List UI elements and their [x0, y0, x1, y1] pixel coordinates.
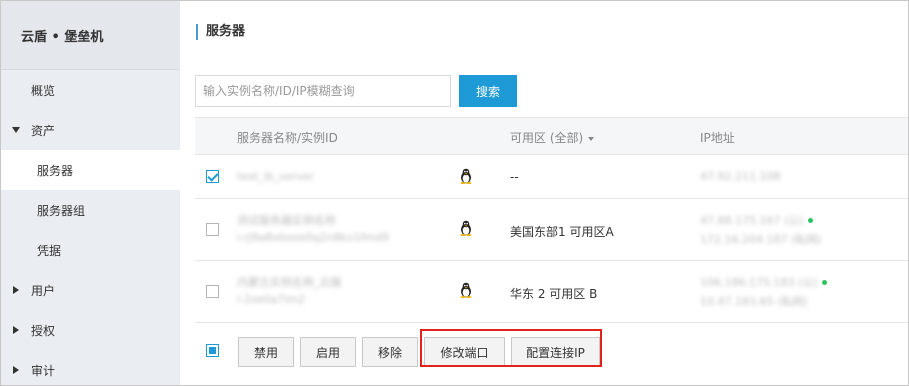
sidebar-item-authorization[interactable]: 授权 [1, 310, 180, 350]
column-header-ip: IP地址 [700, 131, 735, 145]
table-row: test_ib_server -- 47.92.211.108 [195, 155, 908, 199]
disable-button[interactable]: 禁用 [238, 337, 294, 367]
search-button[interactable]: 搜索 [459, 75, 517, 107]
ip-public: 47.88.175.167 (公) [700, 214, 804, 227]
column-header-zone[interactable]: 可用区 (全部) [510, 129, 595, 146]
linux-penguin-icon [460, 282, 472, 298]
sidebar-item-servers[interactable]: 服务器 [1, 150, 180, 190]
caret-right-icon [13, 366, 19, 374]
sidebar-item-credentials[interactable]: 凭据 [1, 230, 180, 270]
sidebar-item-label: 资产 [31, 123, 56, 138]
ip-public: 106.186.175.183 (公) [700, 276, 818, 289]
row-checkbox[interactable] [206, 285, 219, 298]
table-header: 服务器名称/实例ID 可用区 (全部) IP地址 [195, 118, 908, 155]
instance-id: i-rj9a8xboox0q2n8kv1fmd9 [237, 231, 389, 244]
sidebar-item-label: 审计 [31, 363, 56, 378]
main-panel: 服务器 搜索 服务器名称/实例ID 可用区 (全部) IP地址 test_ib_… [180, 1, 908, 385]
ip-public: 47.92.211.108 [700, 170, 781, 183]
enable-button[interactable]: 启用 [300, 337, 356, 367]
server-name[interactable]: 内蒙古实例名称_云服 [237, 274, 342, 290]
column-header-name: 服务器名称/实例ID [237, 131, 338, 145]
table-row: 内蒙古实例名称_云服 i-2ze0a7lm2 华东 2 可用区 B 106.18… [195, 261, 908, 323]
ip-private: 172.16.204.187 (私网) [700, 233, 822, 246]
instance-id: i-2ze0a7lm2 [237, 293, 306, 306]
sidebar-item-label: 概览 [31, 83, 56, 98]
sidebar-item-label: 用户 [31, 283, 56, 298]
table-row: 测试服务器实例名称 i-rj9a8xboox0q2n8kv1fmd9 美国东部1… [195, 199, 908, 261]
zone-value: 美国东部1 可用区A [510, 225, 614, 239]
online-status-icon [807, 218, 813, 223]
sidebar-item-server-groups[interactable]: 服务器组 [1, 190, 180, 230]
caret-right-icon [13, 326, 19, 334]
sidebar-item-label: 服务器组 [37, 203, 86, 218]
sidebar-item-label: 凭据 [37, 243, 62, 258]
page-title: 服务器 [196, 24, 245, 40]
select-all-checkbox[interactable] [206, 344, 219, 357]
zone-value: 华东 2 可用区 B [510, 287, 598, 301]
caret-down-icon [12, 127, 20, 133]
row-checkbox[interactable] [206, 170, 219, 183]
caret-right-icon [13, 286, 19, 294]
chevron-down-icon [588, 136, 595, 141]
highlight-box [420, 329, 602, 367]
online-status-icon [821, 280, 827, 285]
sidebar: 云盾 • 堡垒机 概览 资产 服务器 服务器组 凭据 用户 授权 审计 [1, 1, 180, 385]
zone-value: -- [510, 170, 519, 184]
ip-private: 10.47.183.65 (私网) [700, 295, 808, 308]
ip-public-row: 106.186.175.183 (公) [700, 274, 827, 290]
remove-button[interactable]: 移除 [362, 337, 418, 367]
sidebar-item-assets[interactable]: 资产 [1, 110, 180, 150]
brand-title: 云盾 • 堡垒机 [1, 1, 180, 70]
linux-penguin-icon [460, 220, 472, 236]
sidebar-item-label: 授权 [31, 323, 56, 338]
sidebar-item-label: 服务器 [37, 163, 74, 178]
search-input[interactable] [195, 75, 451, 107]
server-name[interactable]: test_ib_server [237, 170, 314, 183]
sidebar-item-overview[interactable]: 概览 [1, 70, 180, 110]
sidebar-item-audit[interactable]: 审计 [1, 350, 180, 386]
sidebar-item-users[interactable]: 用户 [1, 270, 180, 310]
server-name[interactable]: 测试服务器实例名称 [237, 212, 336, 228]
row-checkbox[interactable] [206, 223, 219, 236]
ip-public-row: 47.88.175.167 (公) [700, 212, 813, 228]
linux-penguin-icon [460, 168, 472, 184]
